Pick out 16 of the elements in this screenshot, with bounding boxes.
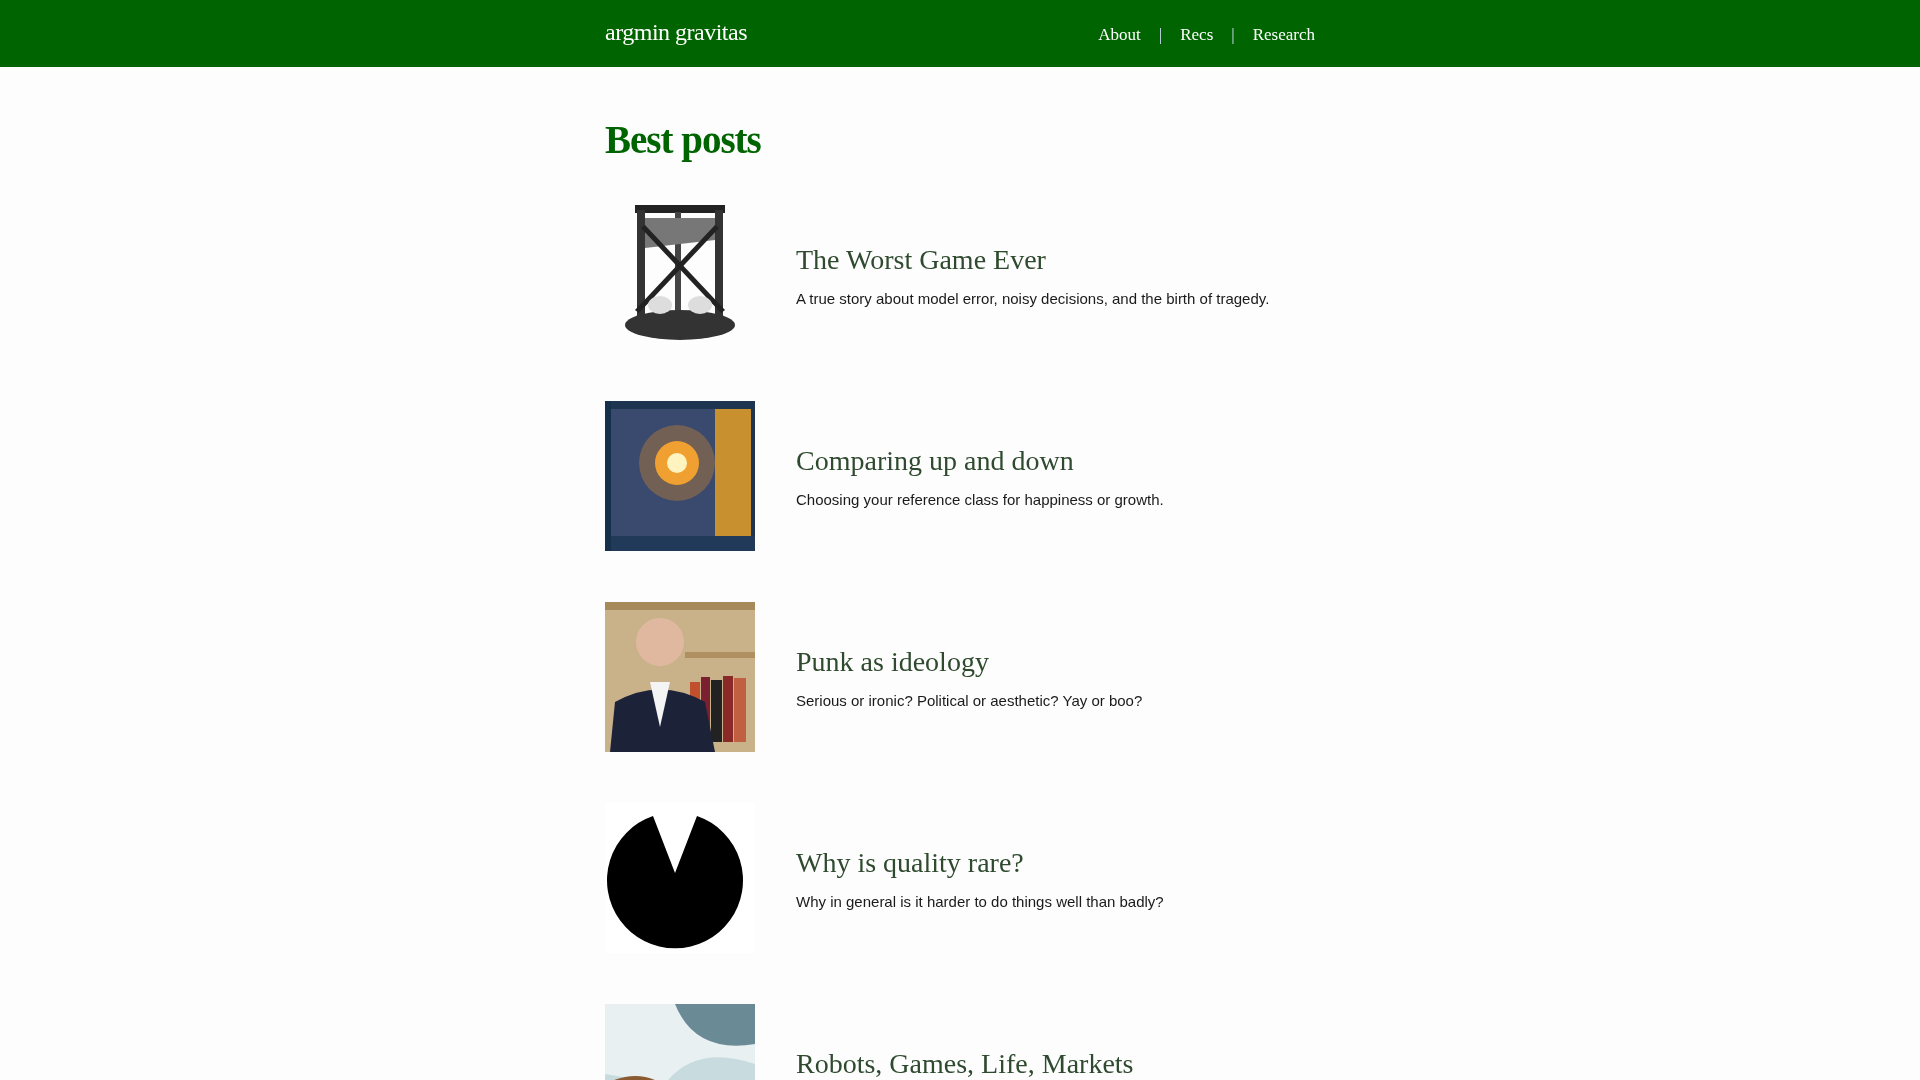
post-description: Serious or ironic? Political or aesthetic? Yay or boo? <box>796 692 1143 709</box>
post-title[interactable]: The Worst Game Ever <box>796 244 1046 276</box>
post-description: A true story about model error, noisy decisions, and the birth of tragedy. <box>796 290 1270 307</box>
nav-link[interactable]: About <box>1098 24 1141 45</box>
nav-link[interactable]: Research <box>1252 24 1315 45</box>
nav-link[interactable]: Recs <box>1180 24 1214 45</box>
post-title[interactable]: Punk as ideology <box>796 646 989 678</box>
post-description: Why in general is it harder to do things well than badly? <box>796 893 1164 910</box>
page-heading: Best posts <box>605 117 762 163</box>
post-title[interactable]: Robots, Games, Life, Markets <box>796 1048 1134 1080</box>
nav-separator: | <box>1231 24 1235 45</box>
site-title[interactable]: argmin gravitas <box>605 19 748 46</box>
post-title[interactable]: Comparing up and down <box>796 445 1074 477</box>
post-title[interactable]: Why is quality rare? <box>796 847 1024 879</box>
nav-separator: | <box>1158 24 1163 45</box>
post-description: Choosing your reference class for happiness or growth. <box>796 491 1164 508</box>
